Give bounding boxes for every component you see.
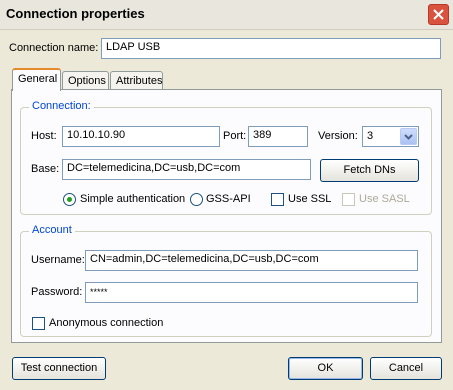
- host-input[interactable]: 10.10.10.90: [62, 126, 220, 147]
- simple-auth-label[interactable]: Simple authentication: [80, 193, 185, 205]
- fetch-dns-button[interactable]: Fetch DNs: [320, 159, 419, 182]
- close-icon: [433, 9, 444, 20]
- version-label: Version:: [318, 130, 358, 142]
- chevron-down-icon: [404, 134, 413, 140]
- window-title: Connection properties: [6, 6, 145, 21]
- anonymous-connection-checkbox[interactable]: [32, 317, 45, 330]
- use-sasl-checkbox[interactable]: [342, 193, 355, 206]
- use-ssl-checkbox[interactable]: [271, 193, 284, 206]
- connection-group: Connection: Host: 10.10.10.90 Port: 389 …: [20, 100, 432, 215]
- password-label: Password:: [31, 286, 83, 298]
- version-value: 3: [367, 130, 374, 142]
- tab-general[interactable]: General: [12, 68, 61, 91]
- username-label: Username:: [31, 254, 85, 266]
- version-dropdown-button[interactable]: [400, 128, 417, 145]
- connection-group-title: Connection:: [29, 100, 94, 112]
- host-label: Host:: [31, 130, 57, 142]
- account-group-title: Account: [29, 224, 75, 236]
- base-label: Base:: [31, 163, 60, 175]
- port-label: Port:: [223, 130, 247, 142]
- connection-name-input[interactable]: LDAP USB: [101, 38, 441, 59]
- simple-auth-radio[interactable]: [63, 193, 76, 206]
- connection-name-label: Connection name:: [9, 42, 99, 54]
- username-input[interactable]: CN=admin,DC=telemedicina,DC=usb,DC=com: [85, 250, 418, 271]
- gss-api-label[interactable]: GSS-API: [206, 193, 251, 205]
- account-group: Account Username: CN=admin,DC=telemedici…: [20, 224, 432, 337]
- use-sasl-label: Use SASL: [359, 193, 410, 205]
- close-button[interactable]: [428, 4, 449, 25]
- port-input[interactable]: 389: [248, 126, 308, 147]
- base-input[interactable]: DC=telemedicina,DC=usb,DC=com: [62, 159, 311, 180]
- cancel-button[interactable]: Cancel: [370, 357, 442, 380]
- title-bar: Connection properties: [0, 0, 453, 30]
- gss-api-radio[interactable]: [190, 193, 203, 206]
- anonymous-connection-label[interactable]: Anonymous connection: [49, 317, 163, 329]
- general-tab-panel: Connection: Host: 10.10.10.90 Port: 389 …: [11, 89, 442, 343]
- version-select[interactable]: 3: [362, 126, 419, 147]
- connection-properties-dialog: Connection properties Connection name: L…: [0, 0, 453, 390]
- test-connection-button[interactable]: Test connection: [12, 357, 106, 380]
- use-ssl-label[interactable]: Use SSL: [288, 193, 331, 205]
- password-input[interactable]: *****: [85, 282, 418, 303]
- ok-button[interactable]: OK: [288, 357, 363, 380]
